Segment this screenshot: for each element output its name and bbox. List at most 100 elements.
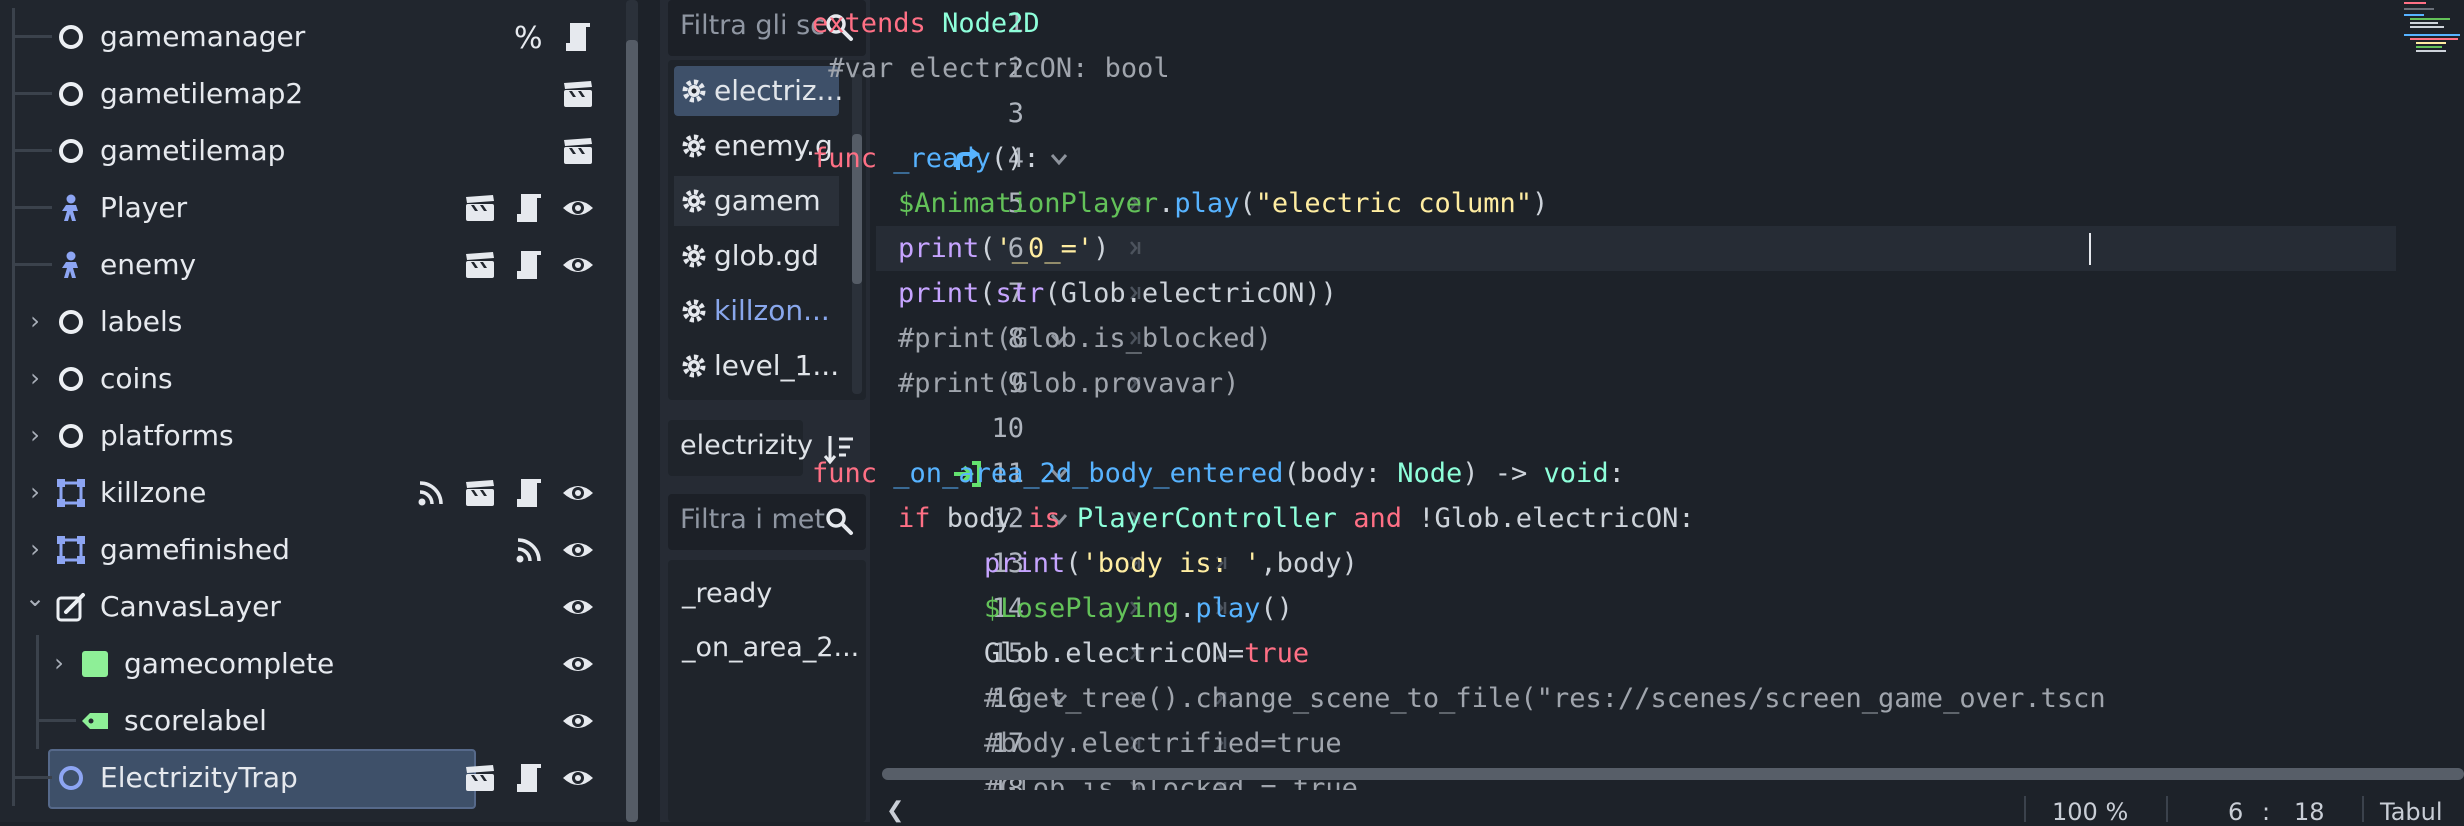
code-token: body [930,503,1029,534]
fold-arrow-icon[interactable] [1048,148,1070,170]
expand-arrow-icon[interactable]: › [24,421,46,449]
collapse-arrow-icon[interactable]: ⌄ [24,584,46,612]
scene-tree-row[interactable]: › coins [0,350,620,407]
method-item[interactable]: _on_area_2... [682,632,859,663]
toggle-panel-arrow[interactable]: ❮ [886,798,904,823]
keyword: is [1028,503,1061,534]
gear-icon [680,77,708,105]
code-text: #body.electrified=true [984,721,1342,766]
scene-tree-row[interactable]: › labels [0,293,620,350]
scene-tree-row[interactable]: › gamefinished [0,521,620,578]
tree-guide-line [36,719,76,722]
code-minimap[interactable] [2400,0,2464,60]
tree-guide-line [12,350,15,407]
function-call: print [898,233,980,264]
scene-node-name: scorelabel [124,704,267,737]
code-text: print('body is: ',body) [984,541,1358,586]
code-line[interactable]: 12 if body is PlayerController and !Glob.… [876,496,2396,541]
scene-tree-row[interactable]: › gamecomplete [0,635,620,692]
scene-tree-row[interactable]: gamemanager% [0,8,620,65]
tree-guide-line [12,635,15,692]
script-name: glob.gd [714,239,819,272]
color-rect-icon [80,649,110,679]
filter-methods-input[interactable]: Filtra i met [668,494,866,550]
scene-node-name: platforms [100,419,234,452]
expand-arrow-icon[interactable]: › [24,478,46,506]
scene-node-name: gamemanager [100,20,306,53]
editor-horizontal-scroll-thumb[interactable] [882,768,2464,780]
scene-node-name: gamefinished [100,533,290,566]
scene-tree-row[interactable]: › killzone [0,464,620,521]
code-line[interactable]: 15 Glob.electricON=true [876,631,2396,676]
script-list: electriz... enemy.g gamem glob.gd killzon...… [668,60,866,400]
code-text: #var electricON: bool [812,46,1169,91]
scene-tree-row[interactable]: › platforms [0,407,620,464]
code-line[interactable]: 8 #print(Glob.is_blocked) [876,316,2396,361]
scene-tree-row[interactable]: gametilemap [0,122,620,179]
code-line[interactable]: 7 print(str(Glob.electricON)) [876,271,2396,316]
scene-tree-scroll-thumb[interactable] [626,40,638,822]
scene-tree-row[interactable]: scorelabel [0,692,620,749]
keyword: if [898,503,931,534]
scene-tree-row[interactable]: ElectrizityTrap [0,749,620,806]
code-token: ) [1532,188,1549,219]
code-line[interactable]: 17 #body.electrified=true [876,721,2396,766]
expand-arrow-icon[interactable]: › [24,364,46,392]
script-name: level_1... [714,349,840,382]
scene-tree-row[interactable]: enemy [0,236,620,293]
function-call: print [898,278,980,309]
tree-guide-line [12,35,52,38]
script-list-item-partial[interactable] [674,396,839,400]
code-line[interactable]: 10 [876,406,2396,451]
tree-guide-line [12,521,15,578]
code-text: $LosePlaying.play() [984,586,1293,631]
code-line[interactable]: 4 func _ready(): [812,136,2396,181]
scene-tree-scrollbar[interactable] [626,0,638,822]
code-token: ( [979,233,996,264]
code-line[interactable]: 6 print('_0_=') [876,226,2396,271]
code-text: #print(Glob.is_blocked) [898,316,1272,361]
script-list-item[interactable]: gamem [674,176,839,226]
current-script-field[interactable]: electrizity [668,420,813,476]
scene-tree-row[interactable]: Player [0,179,620,236]
code-token: : [1608,458,1625,489]
code-line[interactable]: 3 [876,91,2396,136]
keyword: extends [812,8,926,39]
scene-tree-row[interactable]: gametilemap2 [0,65,620,122]
keyword: func [812,458,878,489]
script-list-scrollbar[interactable] [852,74,862,394]
code-line[interactable]: 1 extends Node2D [812,1,2396,46]
code-line[interactable]: 13 print('body is: ',body) [876,541,2396,586]
code-token: ) -> [1462,458,1544,489]
code-line[interactable]: 9 #print(Glob.provavar) [876,361,2396,406]
script-list-item[interactable]: killzon... [674,286,839,336]
scene-tree-row[interactable]: ⌄ CanvasLayer [0,578,620,635]
script-list-item[interactable]: glob.gd [674,231,839,281]
code-token: . [1179,593,1196,624]
code-token: ) [1093,233,1110,264]
code-line[interactable]: 5 $AnimationPlayer.play("electric column"… [876,181,2396,226]
expand-arrow-icon[interactable]: › [24,307,46,335]
script-list-item[interactable]: level_1... [674,341,839,391]
method-item[interactable]: _ready [682,578,772,609]
node-circle-icon [56,421,86,451]
code-line[interactable]: 14 $LosePlaying.play() [876,586,2396,631]
method-list: _ready _on_area_2... [668,560,866,822]
svg-text:%: % [514,21,543,54]
code-line[interactable]: 2 #var electricON: bool [828,46,2396,91]
expand-arrow-icon[interactable]: › [48,649,70,677]
node-circle-icon [56,307,86,337]
code-token: ( [979,278,996,309]
code-comment: #print(Glob.provavar) [898,368,1240,399]
expand-arrow-icon[interactable]: › [24,535,46,563]
code-line[interactable]: 11 func _on_area_2d_body_entered(body: No… [812,451,2396,496]
code-line[interactable]: 16 # get_tree().change_scene_to_file("res… [876,676,2396,721]
function-call: str [995,278,1045,309]
editor-horizontal-scrollbar[interactable] [882,768,2464,780]
tree-guide-line [12,578,15,635]
code-text: func _ready(): [812,136,1040,181]
tree-guide-line [12,692,15,749]
code-token: !Glob.electricON: [1401,503,1695,534]
code-editor[interactable]: 1 extends Node2D 2 #var electricON: bool 3 4… [812,0,2464,826]
